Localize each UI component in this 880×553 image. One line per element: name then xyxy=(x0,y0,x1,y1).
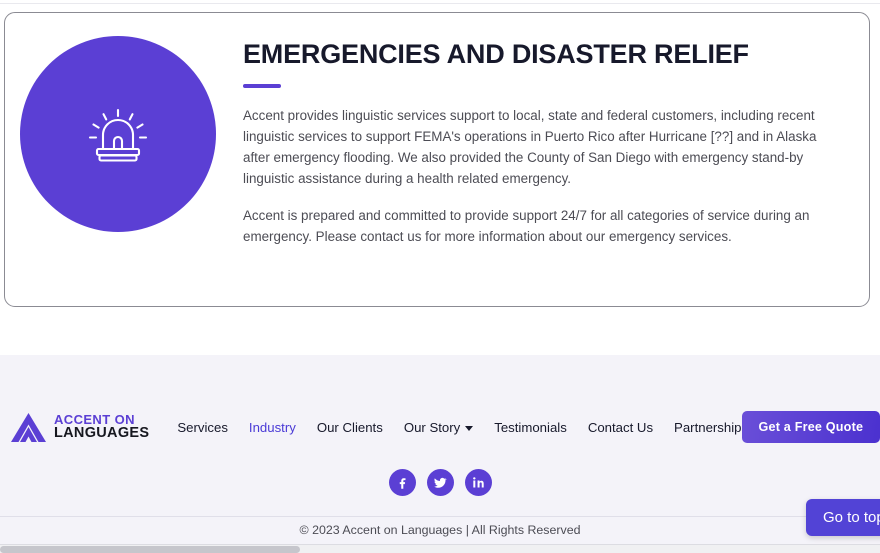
emergency-siren-icon xyxy=(75,91,161,177)
horizontal-scrollbar[interactable] xyxy=(0,544,880,553)
page-top-rule xyxy=(0,3,880,4)
nav-label: Partnership xyxy=(674,419,742,435)
nav-label: Services xyxy=(177,419,228,435)
nav-label: Industry xyxy=(248,419,296,435)
nav-item-industry[interactable]: Industry xyxy=(249,420,296,435)
chevron-down-icon xyxy=(465,425,474,431)
nav-label: Contact Us xyxy=(587,419,654,435)
hero-paragraph-1: Accent provides linguistic services supp… xyxy=(243,108,817,187)
card-media xyxy=(5,13,231,232)
footer-nav: Services Industry Our Clients Our Story … xyxy=(177,420,741,435)
card-body: EMERGENCIES AND DISASTER RELIEF Accent p… xyxy=(231,13,869,247)
nav-label: Testimonials xyxy=(494,419,567,435)
twitter-icon[interactable] xyxy=(426,469,454,496)
nav-item-services[interactable]: Services xyxy=(177,420,228,435)
nav-item-partnership[interactable]: Partnership xyxy=(674,420,741,435)
social-links xyxy=(0,469,880,496)
facebook-icon[interactable] xyxy=(388,469,416,496)
linkedin-icon[interactable] xyxy=(464,469,492,496)
nav-label: Our Story xyxy=(403,419,461,435)
site-footer: ACCENT ON LANGUAGES Services Industry Ou… xyxy=(0,355,880,545)
icon-circle xyxy=(20,36,216,232)
logo-line-2: LANGUAGES xyxy=(54,425,150,442)
nav-label: Our Clients xyxy=(316,419,383,435)
logo-line-1: ACCENT ON xyxy=(54,411,135,427)
accent-triangle-logo-icon xyxy=(10,412,47,443)
title-accent-rule xyxy=(243,84,281,89)
hero-paragraph-2: Accent is prepared and committed to prov… xyxy=(243,208,810,245)
footer-divider xyxy=(0,516,880,517)
logo-wordmark: ACCENT ON LANGUAGES xyxy=(54,413,149,441)
copyright-text: © 2023 Accent on Languages | All Rights … xyxy=(299,523,581,537)
go-to-top-button[interactable]: Go to top xyxy=(806,499,880,536)
emergency-services-card: EMERGENCIES AND DISASTER RELIEF Accent p… xyxy=(4,12,870,307)
footer-top-row: ACCENT ON LANGUAGES Services Industry Ou… xyxy=(0,355,880,444)
page-title: EMERGENCIES AND DISASTER RELIEF xyxy=(243,39,749,69)
nav-item-contact-us[interactable]: Contact Us xyxy=(588,420,653,435)
site-logo[interactable]: ACCENT ON LANGUAGES xyxy=(10,412,149,443)
nav-item-our-clients[interactable]: Our Clients xyxy=(317,420,383,435)
get-a-free-quote-button[interactable]: Get a Free Quote xyxy=(741,411,880,443)
scrollbar-thumb[interactable] xyxy=(0,546,300,553)
nav-item-our-story[interactable]: Our Story xyxy=(403,419,474,435)
nav-item-testimonials[interactable]: Testimonials xyxy=(494,420,567,435)
